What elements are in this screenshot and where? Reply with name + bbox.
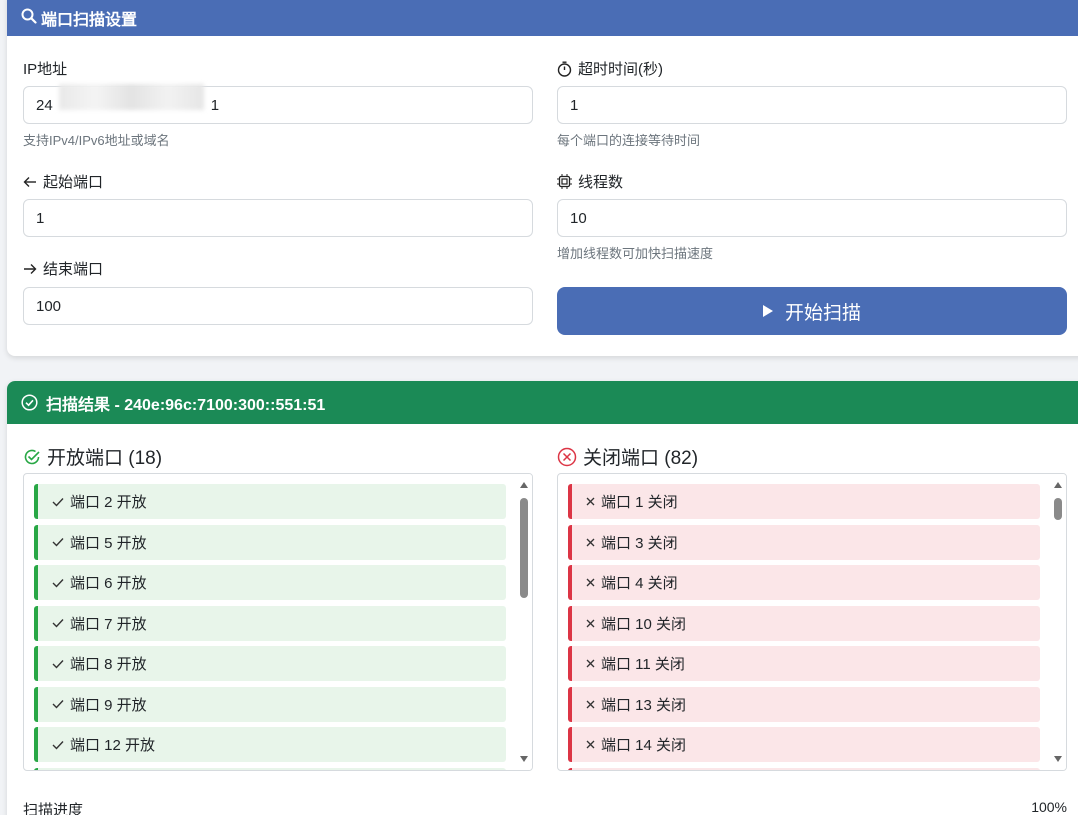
open-ports-scrollbar[interactable]: [516, 474, 532, 770]
scroll-thumb[interactable]: [520, 498, 528, 598]
open-port-item: 端口 9 开放: [34, 686, 506, 722]
check-icon: [52, 497, 64, 507]
x-icon: [586, 497, 595, 506]
ip-label: IP地址: [23, 61, 68, 78]
scroll-up-icon[interactable]: [1054, 482, 1062, 488]
arrow-right-icon: [23, 263, 37, 275]
closed-ports-title: 关闭端口 (82): [557, 443, 698, 470]
ip-hint: 支持IPv4/IPv6地址或域名: [23, 133, 170, 148]
port-item-label: 端口 14 关闭: [601, 737, 687, 754]
closed-port-item: 端口 3 关闭: [568, 524, 1040, 560]
x-icon: [586, 700, 595, 709]
closed-port-item: 端口 10 关闭: [568, 605, 1040, 641]
threads-hint: 增加线程数可加快扫描速度: [557, 246, 714, 261]
check-circle-outline-icon: [23, 448, 41, 466]
closed-port-item: 端口 1 关闭: [568, 484, 1040, 519]
check-icon: [52, 740, 64, 750]
scroll-down-icon[interactable]: [520, 756, 528, 762]
start-port-input[interactable]: 1: [23, 199, 533, 237]
port-item-label: 端口 13 关闭: [601, 696, 687, 714]
port-item-label: 端口 12 开放: [70, 737, 156, 754]
port-item-label: 端口 9 开放: [70, 696, 147, 714]
timeout-input[interactable]: 1: [557, 86, 1067, 124]
scroll-up-icon[interactable]: [520, 482, 528, 488]
closed-port-item: 端口 14 关闭: [568, 727, 1040, 762]
threads-input[interactable]: 10: [557, 199, 1067, 237]
timeout-hint: 每个端口的连接等待时间: [557, 133, 701, 148]
scan-settings-header: 端口扫描设置: [7, 0, 1078, 36]
open-port-item: 端口 7 开放: [34, 605, 506, 641]
threads-label: 线程数: [557, 171, 623, 192]
scan-results-title: 扫描结果 - 240e:96c:7100:300::551:51: [46, 396, 326, 414]
check-icon: [52, 537, 64, 547]
x-icon: [586, 740, 595, 749]
closed-port-item: 端口 13 关闭: [568, 686, 1040, 722]
scan-results-card: 扫描结果 - 240e:96c:7100:300::551:51 开放端口 (1…: [7, 381, 1078, 815]
open-ports-list[interactable]: 端口 2 开放 端口 5 开放 端口 6 开放 端口 7 开放 端口 8 开放 端口 9 …: [23, 473, 533, 771]
check-icon: [52, 578, 64, 588]
open-port-item: 端口 2 开放: [34, 484, 506, 519]
scan-results-header: 扫描结果 - 240e:96c:7100:300::551:51: [7, 381, 1078, 424]
start-port-label: 起始端口: [23, 171, 103, 192]
closed-port-item: [568, 767, 1040, 770]
end-port-label: 结束端口: [23, 258, 103, 279]
scroll-thumb[interactable]: [1054, 498, 1062, 520]
port-item-label: 端口 3 关闭: [601, 534, 678, 552]
scroll-down-icon[interactable]: [1054, 756, 1062, 762]
search-icon: [21, 8, 41, 29]
closed-ports-list[interactable]: 端口 1 关闭 端口 3 关闭 端口 4 关闭 端口 10 关闭 端口 11 关闭 端口 …: [557, 473, 1067, 771]
open-port-item: 端口 6 开放: [34, 565, 506, 600]
cpu-icon: [557, 174, 572, 189]
timeout-label: 超时时间(秒): [557, 58, 663, 79]
x-icon: [586, 538, 595, 547]
open-port-item: 端口 8 开放: [34, 646, 506, 681]
start-scan-button[interactable]: 开始扫描: [557, 287, 1067, 335]
port-item-label: 端口 1 关闭: [601, 494, 678, 511]
open-port-item: 端口 5 开放: [34, 524, 506, 560]
x-icon: [586, 659, 595, 668]
x-circle-icon: [557, 447, 577, 467]
closed-port-item: 端口 4 关闭: [568, 565, 1040, 600]
check-circle-icon: [21, 394, 42, 411]
x-icon: [586, 578, 595, 587]
progress-label: 扫描进度: [23, 802, 84, 815]
open-port-item: 端口 12 开放: [34, 727, 506, 762]
play-icon: [762, 305, 773, 317]
port-item-label: 端口 7 开放: [70, 615, 147, 633]
closed-ports-scrollbar[interactable]: [1050, 474, 1066, 770]
redacted-ip-blur: [59, 84, 204, 110]
port-item-label: 端口 11 关闭: [601, 656, 685, 673]
scan-settings-card: 端口扫描设置 IP地址 24 1 支持IPv4/IPv6地址或域名 超时时间(秒…: [7, 0, 1078, 356]
scan-settings-title: 端口扫描设置: [41, 12, 138, 29]
arrow-left-icon: [23, 176, 37, 188]
port-item-label: 端口 10 关闭: [601, 615, 687, 633]
port-item-label: 端口 2 开放: [70, 494, 147, 511]
x-icon: [586, 619, 595, 628]
port-item-label: 端口 8 开放: [70, 656, 147, 673]
check-icon: [52, 659, 64, 669]
open-port-item: [34, 767, 506, 770]
port-item-label: 端口 5 开放: [70, 534, 147, 552]
check-icon: [52, 699, 64, 709]
progress-value: 100%: [1031, 799, 1067, 815]
closed-port-item: 端口 11 关闭: [568, 646, 1040, 681]
port-item-label: 端口 4 关闭: [601, 575, 678, 592]
end-port-input[interactable]: 100: [23, 287, 533, 325]
open-ports-title: 开放端口 (18): [23, 443, 162, 470]
stopwatch-icon: [557, 61, 572, 77]
check-icon: [52, 618, 64, 628]
port-item-label: 端口 6 开放: [70, 575, 147, 592]
